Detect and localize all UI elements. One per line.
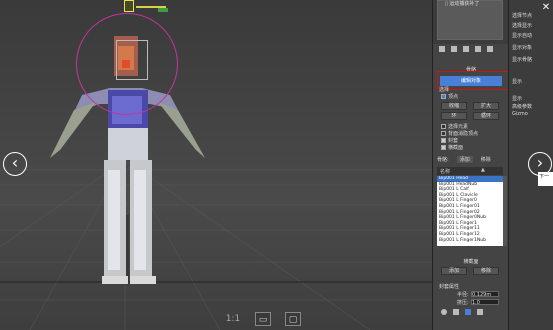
tab-add[interactable]: 添加	[456, 156, 473, 163]
option-label-1: 背面消隐顶点	[448, 131, 479, 137]
vertex-checkbox[interactable]	[441, 94, 446, 99]
envelope-properties-title: 封套属性	[439, 284, 460, 290]
previous-arrow-icon[interactable]: ‹	[3, 152, 27, 176]
side-row-2: 显示自动	[512, 33, 533, 39]
bone-tabs: 骨骼: 添加 移除	[437, 156, 491, 163]
side-row-5: 显示	[512, 79, 523, 85]
bone-list[interactable]: Bip001 Head Bip001 HeadNub Bip001 L Calf Bi…	[437, 176, 503, 246]
copy-icon[interactable]	[453, 309, 459, 315]
side-item-display[interactable]: 显示	[512, 95, 522, 102]
remove-modifier-icon[interactable]	[475, 46, 481, 52]
envelope-tools	[441, 309, 483, 315]
cross-remove-button[interactable]: 移除	[473, 267, 499, 275]
falloff-icon[interactable]	[441, 309, 447, 315]
radius-label: 半径:	[457, 292, 469, 298]
sort-arrow-icon[interactable]: ▲	[481, 167, 485, 173]
option-checkbox-0[interactable]	[441, 124, 446, 129]
selection-label: 选择	[439, 87, 450, 93]
grow-button[interactable]: 扩大	[473, 102, 499, 110]
radius-field[interactable]: 0.129m	[471, 291, 499, 298]
show-end-result-icon[interactable]	[451, 46, 457, 52]
cross-add-button[interactable]: 添加	[441, 267, 467, 275]
option-label-2: 封套	[448, 138, 459, 144]
move-gizmo-center[interactable]	[124, 0, 134, 12]
squash-label: 挤压:	[457, 300, 469, 306]
frame-icon[interactable]: ▭	[255, 312, 271, 326]
shrink-button[interactable]: 收缩	[441, 102, 467, 110]
ring-button[interactable]: 环	[441, 112, 467, 120]
vertex-label: 顶点	[448, 94, 459, 100]
stack-toolbar	[439, 46, 493, 52]
squash-field[interactable]: 1.0	[471, 299, 499, 306]
option-label-3: 横截面	[448, 145, 464, 151]
option-checkbox-2[interactable]	[441, 138, 446, 143]
bone-list-item[interactable]: Bip001 L Finger1Nub	[437, 238, 503, 244]
command-panel: ▯ 运动捕获补丁 骨骼 编辑对象 选择 顶点 收缩 扩大 环 循环 选择元素 背…	[432, 0, 509, 330]
option-checkbox-1[interactable]	[441, 131, 446, 136]
bone-list-scrollbar[interactable]	[503, 176, 507, 246]
bone-list-header: 名称 ▲	[437, 167, 503, 175]
pin-stack-icon[interactable]	[439, 46, 445, 52]
next-tooltip: 下一	[538, 172, 553, 186]
viewport[interactable]: ‹ 1:1 ▭ ▢	[0, 0, 432, 330]
panel-header: ▯ 运动捕获补丁	[433, 0, 509, 44]
viewport-controls: 1:1 ▭ ▢	[225, 312, 325, 330]
loop-button[interactable]: 循环	[473, 112, 499, 120]
fullscreen-icon[interactable]: ▢	[285, 312, 301, 326]
configure-icon[interactable]	[487, 46, 493, 52]
view-scale-label: 1:1	[225, 314, 241, 324]
side-item-gizmo[interactable]: Gizmo	[512, 111, 528, 117]
option-checkbox-3[interactable]	[441, 145, 446, 150]
tab-bones[interactable]: 骨骼:	[437, 156, 449, 163]
option-label-0: 选择元素	[448, 124, 469, 130]
tab-remove[interactable]: 移除	[481, 156, 491, 163]
side-row-1: 选择显示	[512, 23, 533, 29]
list-header-name: 名称	[440, 169, 451, 175]
side-row-0: 选择节点	[512, 13, 533, 19]
paste-icon[interactable]	[465, 309, 471, 315]
cross-section-title: 横截面	[463, 259, 479, 265]
make-unique-icon[interactable]	[463, 46, 469, 52]
side-row-3: 显示对象	[512, 45, 533, 51]
side-item-advanced[interactable]: 高级参数	[512, 103, 532, 110]
character-model[interactable]	[0, 0, 432, 330]
paste-all-icon[interactable]	[477, 309, 483, 315]
selection-bounding-box	[116, 40, 148, 80]
move-gizmo-y-axis[interactable]	[158, 8, 168, 12]
side-row-4: 显示骨骼	[512, 57, 533, 63]
close-icon[interactable]: ✕	[540, 2, 552, 14]
modifier-name: ▯ 运动捕获补丁	[445, 1, 480, 7]
